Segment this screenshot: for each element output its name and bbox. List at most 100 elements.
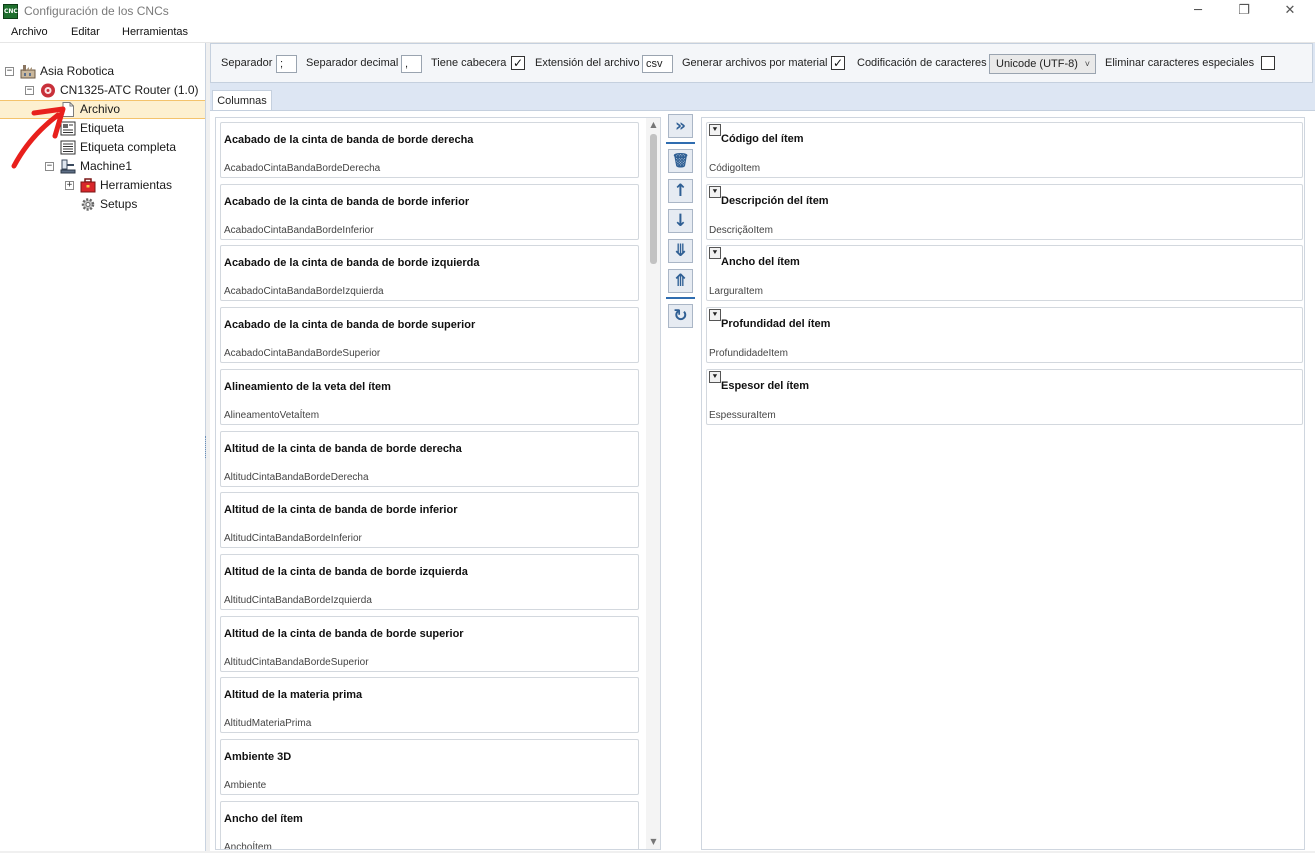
machine-config-icon	[41, 83, 55, 98]
scrollbar-thumb[interactable]	[650, 134, 657, 264]
tree-label: Machine1	[80, 159, 133, 173]
separator-input[interactable]: ;	[276, 55, 297, 73]
available-column-card[interactable]: Acabado de la cinta de banda de borde de…	[220, 122, 639, 178]
selected-column-card[interactable]: ⯆ Descripción del ítem DescriçãoItem	[706, 183, 1303, 240]
merge-button[interactable]: ⤋	[668, 239, 693, 263]
column-key: AltitudCintaBandaBordeSuperior	[224, 656, 369, 668]
tree-label: Archivo	[80, 102, 121, 116]
available-column-card[interactable]: Alineamiento de la veta del ítem Alineame…	[220, 368, 639, 425]
restore-icon[interactable]: ❐	[1221, 0, 1267, 23]
available-column-card[interactable]: Acabado de la cinta de banda de borde su…	[220, 307, 639, 364]
split-button[interactable]: ⤊	[668, 269, 693, 293]
label-icon	[60, 121, 76, 136]
collapse-icon[interactable]: −	[25, 86, 34, 95]
column-title: Altitud de la cinta de banda de borde in…	[224, 504, 458, 517]
minimize-icon[interactable]: ─	[1175, 0, 1221, 23]
column-title: Acabado de la cinta de banda de borde su…	[224, 319, 476, 332]
available-column-card[interactable]: Altitud de la cinta de banda de borde su…	[220, 615, 639, 672]
available-column-card[interactable]: Altitud de la materia prima AltitudMateri…	[220, 677, 639, 734]
file-icon	[62, 102, 74, 117]
available-columns-scrollbar[interactable]: ▲ ▼	[646, 118, 660, 849]
column-title: Alineamiento de la veta del ítem	[224, 380, 391, 393]
column-title: Código del ítem	[721, 133, 804, 145]
factory-icon	[20, 65, 36, 79]
add-all-button[interactable]: »	[668, 114, 693, 138]
tab-columnas[interactable]: Columnas	[212, 90, 272, 111]
tree-label: Herramientas	[100, 178, 173, 192]
column-title: Acabado de la cinta de banda de borde de…	[224, 134, 474, 146]
menu-editar[interactable]: Editar	[71, 26, 100, 38]
panel-splitter[interactable]	[205, 436, 208, 458]
file-settings-area: Separador ; Separador decimal , Tiene ca…	[210, 43, 1315, 851]
collapse-toggle-icon[interactable]: ⯆	[709, 309, 721, 322]
available-column-card[interactable]: Altitud de la cinta de banda de borde in…	[220, 492, 639, 549]
collapse-toggle-icon[interactable]: ⯆	[709, 370, 721, 383]
available-columns-list: Acabado de la cinta de banda de borde de…	[215, 117, 661, 850]
window-title: Configuración de los CNCs	[24, 4, 169, 18]
collapse-icon[interactable]: −	[45, 162, 54, 171]
column-title: Espesor del ítem	[721, 379, 810, 392]
column-key: LarguraItem	[709, 286, 763, 298]
tree-node-archivo[interactable]: Archivo	[0, 100, 205, 119]
available-column-card[interactable]: Acabado de la cinta de banda de borde iz…	[220, 245, 639, 302]
scroll-up-icon[interactable]: ▲	[646, 118, 660, 132]
move-down-button[interactable]: ↓	[668, 209, 693, 233]
available-column-card[interactable]: Ambiente 3D Ambiente	[220, 739, 639, 795]
collapse-toggle-icon[interactable]: ⯆	[709, 247, 721, 260]
available-column-card[interactable]: Altitud de la cinta de banda de borde de…	[220, 430, 639, 487]
tree-node-etiqueta-completa[interactable]: Etiqueta completa	[0, 138, 205, 157]
decimal-separator-label: Separador decimal	[306, 57, 399, 69]
column-key: AltitudCintaBandaBordeInferior	[224, 533, 362, 545]
column-key: DescriçãoItem	[709, 224, 773, 236]
column-key: ProfundidadeItem	[709, 348, 788, 360]
available-column-card[interactable]: Acabado de la cinta de banda de borde in…	[220, 183, 639, 240]
delete-button[interactable]: 🗑	[668, 149, 693, 173]
refresh-button[interactable]: ↻	[668, 304, 693, 328]
tree-node-machine1[interactable]: − Machine1	[0, 157, 205, 176]
column-key: AcabadoCintaBandaBordeDerecha	[224, 163, 381, 174]
column-actions: » 🗑 ↑ ↓ ⤋ ⤊ ↻	[666, 111, 696, 341]
button-divider	[666, 142, 695, 144]
column-key: AnchoÍtem	[224, 841, 272, 850]
column-key: AltitudCintaBandaBordeDerecha	[224, 471, 369, 483]
collapse-toggle-icon[interactable]: ⯆	[709, 124, 721, 136]
tree-node-cn1325[interactable]: − CN1325-ATC Router (1.0)	[0, 81, 205, 100]
collapse-toggle-icon[interactable]: ⯆	[709, 185, 721, 198]
available-column-card[interactable]: Altitud de la cinta de banda de borde iz…	[220, 553, 639, 610]
title-bar: CNC Configuración de los CNCs ─ ❐ ✕	[0, 0, 1315, 23]
cnc-machine-icon	[60, 159, 76, 174]
tree-node-herramientas[interactable]: + Herramientas	[0, 176, 205, 195]
remove-special-chars-label: Eliminar caracteres especiales	[1105, 57, 1255, 69]
column-key: AltitudCintaBandaBordeIzquierda	[224, 594, 372, 606]
has-header-checkbox[interactable]: ✓	[511, 56, 525, 70]
tree-node-asia-robotica[interactable]: − Asia Robotica	[0, 62, 200, 81]
menu-herramientas[interactable]: Herramientas	[122, 26, 188, 38]
tree-node-setups[interactable]: Setups	[0, 195, 205, 214]
decimal-separator-input[interactable]: ,	[401, 55, 422, 73]
scroll-down-icon[interactable]: ▼	[646, 835, 660, 849]
selected-column-card[interactable]: ⯆ Ancho del ítem LarguraItem	[706, 245, 1303, 302]
menu-bar: Archivo Editar Herramientas	[0, 23, 1315, 43]
collapse-icon[interactable]: −	[5, 67, 14, 76]
file-options-toolbar: Separador ; Separador decimal , Tiene ca…	[210, 43, 1313, 83]
available-column-card[interactable]: Ancho del ítem AnchoÍtem	[220, 800, 639, 850]
menu-archivo[interactable]: Archivo	[11, 26, 48, 38]
files-per-material-checkbox[interactable]: ✓	[831, 56, 845, 70]
app-logo-icon: CNC	[3, 4, 18, 19]
tree-label: Setups	[100, 197, 138, 211]
file-extension-input[interactable]: csv	[642, 55, 673, 73]
column-title: Altitud de la materia prima	[224, 689, 363, 702]
selected-column-card[interactable]: ⯆ Espesor del ítem EspessuraItem	[706, 368, 1303, 425]
selected-column-card[interactable]: ⯆ Profundidad del ítem ProfundidadeItem	[706, 307, 1303, 364]
column-title: Acabado de la cinta de banda de borde iz…	[224, 257, 480, 270]
column-title: Altitud de la cinta de banda de borde su…	[224, 627, 464, 640]
tree-node-etiqueta[interactable]: Etiqueta	[0, 119, 205, 138]
tree-label: Etiqueta	[80, 121, 125, 135]
encoding-select[interactable]: Unicode (UTF-8) ˅	[989, 54, 1096, 74]
close-icon[interactable]: ✕	[1267, 0, 1313, 23]
selected-column-card[interactable]: ⯆ Código del ítem CódigoItem	[706, 122, 1303, 178]
chevron-down-icon: ˅	[1084, 59, 1090, 69]
move-up-button[interactable]: ↑	[668, 179, 693, 203]
expand-icon[interactable]: +	[65, 181, 74, 190]
remove-special-chars-checkbox[interactable]	[1261, 56, 1275, 70]
